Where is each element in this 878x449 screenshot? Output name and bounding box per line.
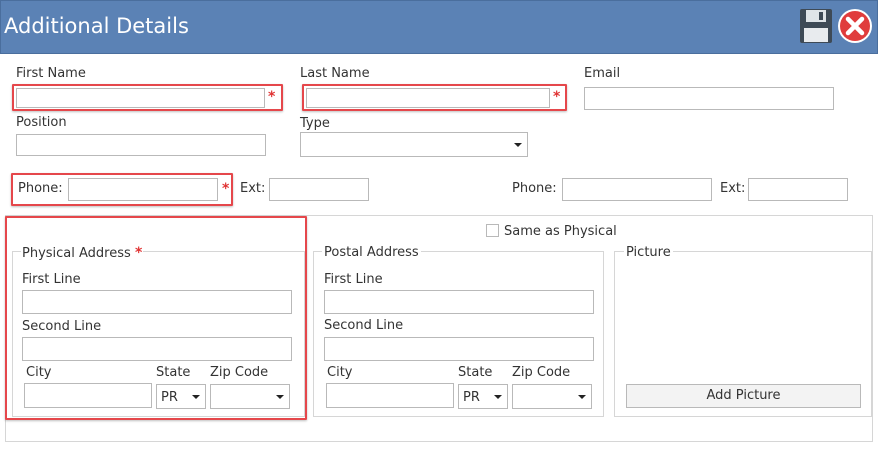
type-label: Type bbox=[300, 116, 330, 131]
last-name-input[interactable] bbox=[306, 88, 550, 108]
chevron-down-icon bbox=[494, 394, 502, 399]
physical-first-line-input[interactable] bbox=[22, 290, 292, 314]
physical-state-label: State bbox=[156, 365, 191, 380]
phone-label: Phone: bbox=[18, 181, 63, 196]
physical-city-input[interactable] bbox=[24, 383, 152, 408]
physical-first-line-label: First Line bbox=[22, 272, 81, 287]
phone-input[interactable] bbox=[68, 178, 218, 201]
chevron-down-icon bbox=[192, 394, 200, 399]
postal-zip-label: Zip Code bbox=[512, 365, 571, 380]
physical-address-required-mark: * bbox=[134, 245, 143, 261]
last-name-label: Last Name bbox=[300, 66, 370, 81]
phone-required-mark: * bbox=[222, 181, 230, 197]
postal-city-label: City bbox=[327, 365, 353, 380]
postal-first-line-label: First Line bbox=[324, 272, 383, 287]
same-as-physical-checkbox[interactable] bbox=[486, 224, 499, 237]
postal-first-line-input[interactable] bbox=[324, 290, 594, 314]
postal-zip-select[interactable] bbox=[512, 384, 592, 409]
email-label: Email bbox=[584, 66, 621, 81]
position-label: Position bbox=[16, 115, 67, 130]
first-name-required-mark: * bbox=[268, 89, 276, 105]
type-select[interactable] bbox=[300, 132, 528, 157]
postal-state-select[interactable]: PR bbox=[458, 384, 508, 409]
same-as-physical-label: Same as Physical bbox=[504, 224, 617, 239]
position-input[interactable] bbox=[16, 134, 266, 156]
physical-zip-select[interactable] bbox=[210, 384, 290, 409]
postal-state-value: PR bbox=[463, 390, 480, 405]
close-icon[interactable] bbox=[837, 8, 873, 44]
postal-state-label: State bbox=[458, 365, 493, 380]
chevron-down-icon bbox=[276, 394, 284, 399]
add-picture-button[interactable]: Add Picture bbox=[626, 384, 861, 408]
physical-state-value: PR bbox=[161, 390, 178, 405]
window-title: Additional Details bbox=[4, 14, 189, 38]
ext2-input[interactable] bbox=[748, 178, 848, 201]
postal-second-line-input[interactable] bbox=[324, 337, 594, 361]
floppy-disk-icon[interactable] bbox=[799, 8, 833, 44]
first-name-label: First Name bbox=[16, 66, 86, 81]
phone2-label: Phone: bbox=[512, 181, 557, 196]
phone2-input[interactable] bbox=[562, 178, 712, 201]
ext2-label: Ext: bbox=[720, 181, 746, 196]
postal-city-input[interactable] bbox=[326, 383, 454, 408]
postal-address-title: Postal Address bbox=[322, 245, 421, 260]
physical-second-line-input[interactable] bbox=[22, 337, 292, 361]
picture-title: Picture bbox=[624, 245, 673, 260]
chevron-down-icon bbox=[578, 394, 586, 399]
last-name-required-mark: * bbox=[553, 89, 561, 105]
first-name-input[interactable] bbox=[16, 88, 265, 108]
physical-city-label: City bbox=[26, 365, 52, 380]
chevron-down-icon bbox=[514, 142, 522, 147]
physical-zip-label: Zip Code bbox=[210, 365, 269, 380]
email-input[interactable] bbox=[584, 87, 834, 110]
ext-input[interactable] bbox=[269, 178, 369, 201]
physical-second-line-label: Second Line bbox=[22, 319, 102, 334]
ext-label: Ext: bbox=[240, 181, 266, 196]
postal-second-line-label: Second Line bbox=[324, 318, 404, 333]
physical-address-title: Physical Address * bbox=[21, 245, 144, 261]
physical-state-select[interactable]: PR bbox=[156, 384, 206, 409]
